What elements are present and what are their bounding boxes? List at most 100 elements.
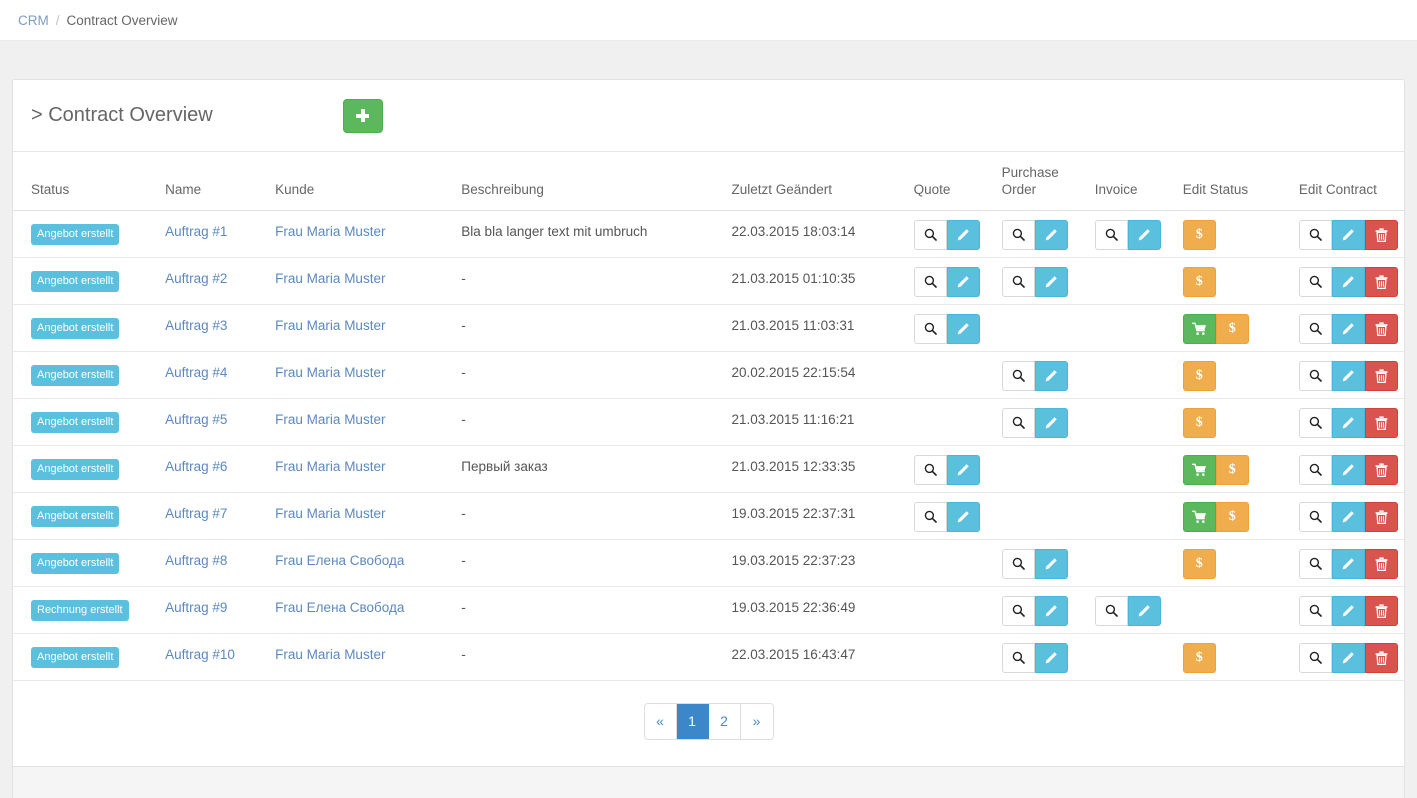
- edit-contract-button[interactable]: [1331, 219, 1365, 250]
- view-button[interactable]: [913, 219, 947, 250]
- customer-link[interactable]: Frau Maria Muster: [275, 412, 385, 427]
- view-contract-button[interactable]: [1298, 219, 1332, 250]
- view-button[interactable]: [1001, 219, 1035, 250]
- contract-name-link[interactable]: Auftrag #7: [165, 506, 227, 521]
- mark-invoiced-button[interactable]: $: [1182, 360, 1216, 391]
- edit-button[interactable]: [1034, 360, 1068, 391]
- breadcrumb-link-crm[interactable]: CRM: [18, 13, 49, 28]
- mark-invoiced-button[interactable]: $: [1182, 219, 1216, 250]
- customer-link[interactable]: Frau Елена Свобода: [275, 600, 404, 615]
- edit-button[interactable]: [946, 313, 980, 344]
- view-button[interactable]: [1094, 595, 1128, 626]
- delete-contract-button[interactable]: [1364, 266, 1398, 297]
- customer-link[interactable]: Frau Maria Muster: [275, 647, 385, 662]
- delete-contract-button[interactable]: [1364, 548, 1398, 579]
- contract-name-link[interactable]: Auftrag #4: [165, 365, 227, 380]
- view-contract-button[interactable]: [1298, 454, 1332, 485]
- view-contract-button[interactable]: [1298, 501, 1332, 532]
- edit-button[interactable]: [1034, 266, 1068, 297]
- edit-button[interactable]: [946, 454, 980, 485]
- column-header-zuletzt-geaendert[interactable]: Zuletzt Geändert: [731, 152, 914, 211]
- delete-contract-button[interactable]: [1364, 313, 1398, 344]
- contract-name-link[interactable]: Auftrag #1: [165, 224, 227, 239]
- mark-ordered-button[interactable]: [1182, 313, 1216, 344]
- view-button[interactable]: [1001, 595, 1035, 626]
- edit-contract-button[interactable]: [1331, 313, 1365, 344]
- view-contract-button[interactable]: [1298, 360, 1332, 391]
- pagination-page-1[interactable]: 1: [676, 703, 709, 739]
- cell-invoice: [1094, 492, 1183, 540]
- customer-link[interactable]: Frau Maria Muster: [275, 459, 385, 474]
- delete-contract-button[interactable]: [1364, 454, 1398, 485]
- view-contract-button[interactable]: [1298, 642, 1332, 673]
- view-contract-button[interactable]: [1298, 595, 1332, 626]
- mark-invoiced-button[interactable]: $: [1182, 642, 1216, 673]
- column-header-kunde[interactable]: Kunde: [275, 152, 462, 211]
- edit-button[interactable]: [1034, 219, 1068, 250]
- view-contract-button[interactable]: [1298, 266, 1332, 297]
- view-button[interactable]: [913, 501, 947, 532]
- edit-contract-button[interactable]: [1331, 454, 1365, 485]
- mark-ordered-button[interactable]: [1182, 454, 1216, 485]
- view-contract-button[interactable]: [1298, 407, 1332, 438]
- edit-contract-button[interactable]: [1331, 548, 1365, 579]
- customer-link[interactable]: Frau Елена Свобода: [275, 553, 404, 568]
- edit-button[interactable]: [1127, 219, 1161, 250]
- customer-link[interactable]: Frau Maria Muster: [275, 506, 385, 521]
- view-button[interactable]: [913, 454, 947, 485]
- view-contract-button[interactable]: [1298, 548, 1332, 579]
- view-button[interactable]: [1094, 219, 1128, 250]
- delete-contract-button[interactable]: [1364, 360, 1398, 391]
- view-button[interactable]: [913, 266, 947, 297]
- contract-name-link[interactable]: Auftrag #10: [165, 647, 235, 662]
- pagination-next[interactable]: »: [740, 703, 773, 739]
- edit-contract-button[interactable]: [1331, 266, 1365, 297]
- mark-invoiced-button[interactable]: $: [1215, 501, 1249, 532]
- mark-invoiced-button[interactable]: $: [1182, 266, 1216, 297]
- edit-button[interactable]: [1034, 642, 1068, 673]
- contract-name-link[interactable]: Auftrag #5: [165, 412, 227, 427]
- contract-name-link[interactable]: Auftrag #9: [165, 600, 227, 615]
- contract-name-link[interactable]: Auftrag #2: [165, 271, 227, 286]
- mark-invoiced-button[interactable]: $: [1182, 548, 1216, 579]
- delete-contract-button[interactable]: [1364, 642, 1398, 673]
- edit-button[interactable]: [1034, 407, 1068, 438]
- edit-button[interactable]: [946, 219, 980, 250]
- delete-contract-button[interactable]: [1364, 501, 1398, 532]
- contract-name-link[interactable]: Auftrag #6: [165, 459, 227, 474]
- view-button[interactable]: [1001, 642, 1035, 673]
- delete-contract-button[interactable]: [1364, 219, 1398, 250]
- view-button[interactable]: [1001, 266, 1035, 297]
- mark-ordered-button[interactable]: [1182, 501, 1216, 532]
- mark-invoiced-button[interactable]: $: [1215, 454, 1249, 485]
- view-contract-button[interactable]: [1298, 313, 1332, 344]
- delete-contract-button[interactable]: [1364, 407, 1398, 438]
- edit-button[interactable]: [1127, 595, 1161, 626]
- customer-link[interactable]: Frau Maria Muster: [275, 318, 385, 333]
- edit-contract-button[interactable]: [1331, 501, 1365, 532]
- contract-name-link[interactable]: Auftrag #3: [165, 318, 227, 333]
- mark-invoiced-button[interactable]: $: [1215, 313, 1249, 344]
- view-button[interactable]: [1001, 407, 1035, 438]
- delete-contract-button[interactable]: [1364, 595, 1398, 626]
- edit-contract-button[interactable]: [1331, 595, 1365, 626]
- contract-name-link[interactable]: Auftrag #8: [165, 553, 227, 568]
- edit-contract-button[interactable]: [1331, 407, 1365, 438]
- add-contract-button[interactable]: [342, 98, 383, 133]
- pagination-prev[interactable]: «: [644, 703, 677, 739]
- edit-button[interactable]: [946, 501, 980, 532]
- view-button[interactable]: [1001, 360, 1035, 391]
- edit-contract-button[interactable]: [1331, 642, 1365, 673]
- column-header-status[interactable]: Status: [13, 152, 166, 211]
- mark-invoiced-button[interactable]: $: [1182, 407, 1216, 438]
- customer-link[interactable]: Frau Maria Muster: [275, 271, 385, 286]
- customer-link[interactable]: Frau Maria Muster: [275, 365, 385, 380]
- view-button[interactable]: [913, 313, 947, 344]
- pagination-page-2[interactable]: 2: [708, 703, 741, 739]
- customer-link[interactable]: Frau Maria Muster: [275, 224, 385, 239]
- edit-button[interactable]: [946, 266, 980, 297]
- edit-button[interactable]: [1034, 548, 1068, 579]
- edit-button[interactable]: [1034, 595, 1068, 626]
- edit-contract-button[interactable]: [1331, 360, 1365, 391]
- view-button[interactable]: [1001, 548, 1035, 579]
